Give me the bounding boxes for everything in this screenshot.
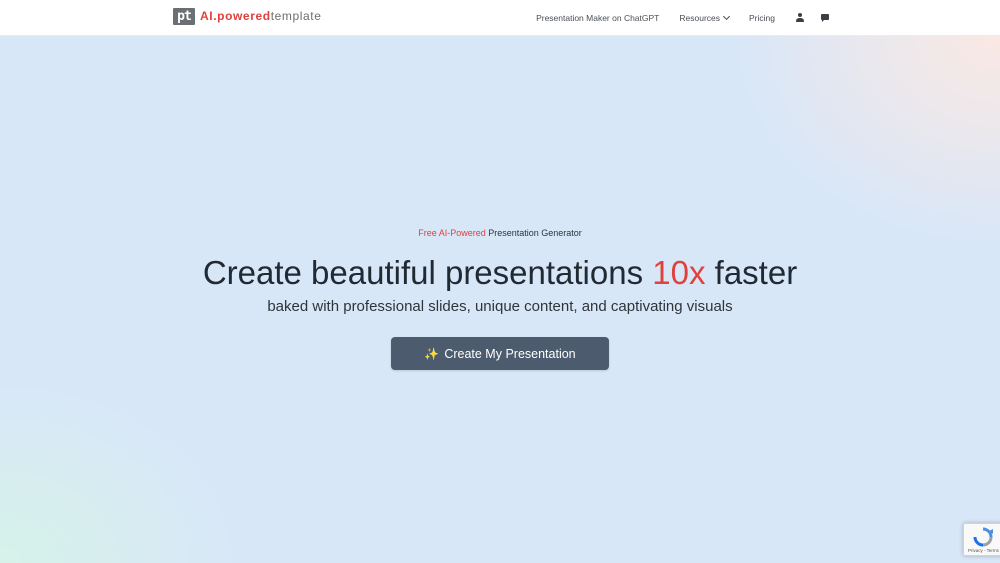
recaptcha-icon — [973, 527, 993, 547]
main-nav: Presentation Maker on ChatGPT Resources … — [536, 0, 830, 36]
logo-mark-icon: pt — [173, 8, 195, 25]
nav-pricing[interactable]: Pricing — [749, 13, 775, 23]
headline-accent: 10x — [652, 254, 706, 291]
create-presentation-button[interactable]: ✨ Create My Presentation — [391, 337, 609, 370]
hero-eyebrow: Free AI-Powered Presentation Generator — [0, 228, 1000, 238]
chat-icon[interactable] — [820, 13, 830, 23]
nav-link-label: Resources — [679, 13, 721, 23]
nav-link-label: Presentation Maker on ChatGPT — [536, 13, 660, 23]
sparkle-icon: ✨ — [424, 346, 440, 361]
logo-mark-text: pt — [177, 9, 192, 24]
logo-wordmark: AI.poweredtemplate — [200, 8, 322, 25]
site-header: pt AI.poweredtemplate Presentation Maker… — [0, 0, 1000, 36]
headline-after: faster — [705, 254, 798, 291]
eyebrow-accent: Free AI-Powered — [418, 228, 486, 238]
eyebrow-rest: Presentation Generator — [485, 228, 582, 238]
recaptcha-badge[interactable]: Privacy - Terms — [963, 523, 1000, 556]
logo-text-rest: template — [270, 9, 322, 23]
headline-before: Create beautiful presentations — [202, 254, 653, 291]
recaptcha-links: Privacy - Terms — [968, 548, 999, 553]
hero-section: Free AI-Powered Presentation Generator C… — [0, 36, 1000, 563]
hero-headline: Create beautiful presentations 10x faste… — [0, 252, 1000, 294]
nav-link-label: Pricing — [749, 13, 775, 23]
cta-label: Create My Presentation — [444, 346, 576, 361]
logo-text-accent: AI.powered — [200, 9, 271, 23]
nav-resources-dropdown[interactable]: Resources — [679, 12, 731, 23]
hero-subline: baked with professional slides, unique c… — [267, 298, 733, 315]
nav-presentation-maker-chatgpt[interactable]: Presentation Maker on ChatGPT — [536, 13, 659, 23]
user-icon[interactable] — [795, 13, 805, 23]
logo-link[interactable]: pt AI.poweredtemplate — [173, 8, 322, 25]
chevron-down-icon — [722, 12, 731, 21]
